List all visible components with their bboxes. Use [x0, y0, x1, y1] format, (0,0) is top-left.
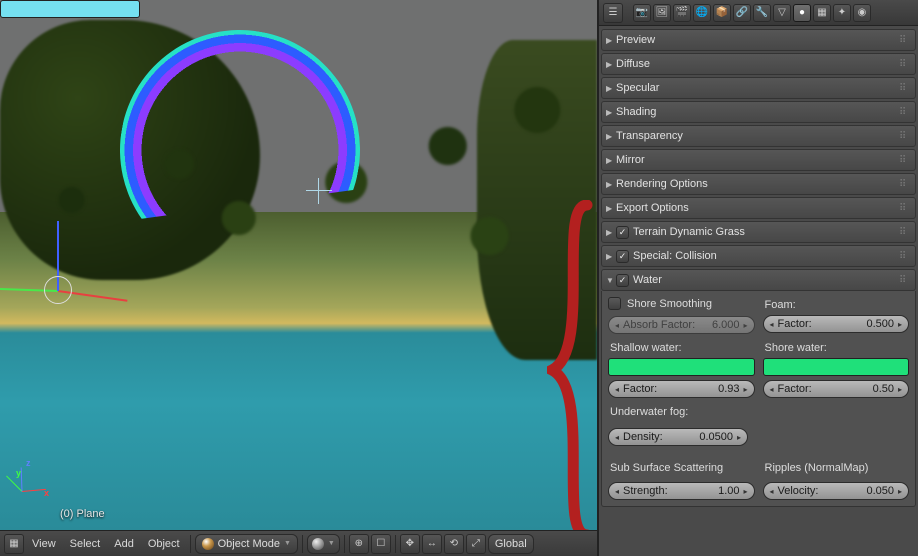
menu-add[interactable]: Add: [108, 534, 140, 554]
3d-cursor: [306, 178, 332, 204]
properties-editor: ☰ 📷 🖼 🎬 🌐 📦 🔗 🔧 ▽ ● ▦ ✦ ◉ ▶Preview⠿ ▶Dif…: [598, 0, 918, 556]
3d-viewport[interactable]: xyz User Ortho (0) Plane ▦ View Select A…: [0, 0, 598, 556]
chevron-left-icon: ◂: [613, 321, 621, 330]
mode-dropdown[interactable]: Object Mode ▼: [195, 534, 298, 554]
ripples-label: Ripples (NormalMap): [765, 462, 910, 474]
panel-terrain-grass[interactable]: ▶✓Terrain Dynamic Grass⠿: [601, 221, 916, 243]
chevron-right-icon: ▸: [742, 385, 750, 394]
tab-physics-icon[interactable]: ◉: [853, 4, 871, 22]
tab-constraints-icon[interactable]: 🔗: [733, 4, 751, 22]
properties-header: ☰ 📷 🖼 🎬 🌐 📦 🔗 🔧 ▽ ● ▦ ✦ ◉: [599, 0, 918, 26]
object-mode-icon: [202, 538, 214, 550]
terrain-grass-checkbox[interactable]: ✓: [616, 226, 629, 239]
tab-texture-icon[interactable]: ▦: [813, 4, 831, 22]
panel-diffuse[interactable]: ▶Diffuse⠿: [601, 53, 916, 75]
chevron-right-icon: ▸: [735, 433, 743, 442]
chevron-right-icon: ▸: [896, 385, 904, 394]
tab-world-icon[interactable]: 🌐: [693, 4, 711, 22]
panel-water-body: Shore Smoothing ◂ Absorb Factor: 6.000 ▸…: [601, 291, 916, 507]
sss-strength-field[interactable]: ◂ Strength: 1.00 ▸: [608, 482, 755, 500]
absorb-factor-field: ◂ Absorb Factor: 6.000 ▸: [608, 316, 755, 334]
scale-icon[interactable]: ⤢: [466, 534, 486, 554]
shallow-water-color[interactable]: [608, 358, 755, 376]
panel-water[interactable]: ▼✓Water⠿: [601, 269, 916, 291]
chevron-right-icon: ▸: [742, 487, 750, 496]
hud-active-object: (0) Plane: [60, 508, 105, 520]
ripples-velocity-field[interactable]: ◂ Velocity: 0.050 ▸: [763, 482, 910, 500]
pivot2-icon[interactable]: ☐: [371, 534, 391, 554]
chevron-left-icon: ◂: [768, 487, 776, 496]
pivot-icon[interactable]: ⊕: [349, 534, 369, 554]
chevron-left-icon: ◂: [768, 320, 776, 329]
editor-type-icon[interactable]: ☰: [603, 3, 623, 23]
panel-mirror[interactable]: ▶Mirror⠿: [601, 149, 916, 171]
panel-shading[interactable]: ▶Shading⠿: [601, 101, 916, 123]
panel-export-options[interactable]: ▶Export Options⠿: [601, 197, 916, 219]
tab-render-icon[interactable]: 📷: [633, 4, 651, 22]
chevron-left-icon: ◂: [613, 433, 621, 442]
scene-render: xyz: [0, 0, 597, 530]
editor-type-icon[interactable]: ▦: [4, 534, 24, 554]
menu-select[interactable]: Select: [64, 534, 107, 554]
manipulator-toggle-icon[interactable]: ✥: [400, 534, 420, 554]
chevron-left-icon: ◂: [613, 487, 621, 496]
foam-factor-field[interactable]: ◂ Factor: 0.500 ▸: [763, 315, 910, 333]
panel-rendering-options[interactable]: ▶Rendering Options⠿: [601, 173, 916, 195]
fog-density-field[interactable]: ◂ Density: 0.0500 ▸: [608, 428, 748, 446]
shore-factor-field[interactable]: ◂ Factor: 0.50 ▸: [763, 380, 910, 398]
panel-transparency[interactable]: ▶Transparency⠿: [601, 125, 916, 147]
orientation-dropdown[interactable]: Global: [488, 534, 534, 554]
chevron-left-icon: ◂: [768, 385, 776, 394]
chevron-right-icon: ▸: [896, 487, 904, 496]
tab-data-icon[interactable]: ▽: [773, 4, 791, 22]
special-collision-checkbox[interactable]: ✓: [616, 250, 629, 263]
tab-modifiers-icon[interactable]: 🔧: [753, 4, 771, 22]
chevron-left-icon: ◂: [613, 385, 621, 394]
translate-icon[interactable]: ↔: [422, 534, 442, 554]
view3d-region[interactable]: xyz User Ortho (0) Plane: [0, 0, 597, 530]
mode-label: Object Mode: [218, 538, 280, 550]
panel-special-collision[interactable]: ▶✓Special: Collision⠿: [601, 245, 916, 267]
rotate-icon[interactable]: ⟲: [444, 534, 464, 554]
tab-scene-icon[interactable]: 🎬: [673, 4, 691, 22]
shore-smoothing-checkbox[interactable]: [608, 297, 621, 310]
sss-label: Sub Surface Scattering: [610, 462, 755, 474]
shore-water-label: Shore water:: [763, 340, 910, 358]
tab-layers-icon[interactable]: 🖼: [653, 4, 671, 22]
shore-water-color[interactable]: [763, 358, 910, 376]
tab-particles-icon[interactable]: ✦: [833, 4, 851, 22]
foam-label: Foam:: [763, 297, 910, 315]
menu-view[interactable]: View: [26, 534, 62, 554]
underwater-fog-label: Underwater fog:: [608, 404, 909, 422]
water-checkbox[interactable]: ✓: [616, 274, 629, 287]
shallow-water-label: Shallow water:: [608, 340, 755, 358]
menu-object[interactable]: Object: [142, 534, 186, 554]
view3d-header: ▦ View Select Add Object Object Mode ▼ ▼…: [0, 530, 597, 556]
axis-orientation-widget: xyz: [18, 460, 54, 496]
chevron-right-icon: ▸: [742, 321, 750, 330]
shading-icon: [312, 538, 324, 550]
panel-specular[interactable]: ▶Specular⠿: [601, 77, 916, 99]
orientation-label: Global: [495, 538, 527, 550]
shore-smoothing-label: Shore Smoothing: [627, 298, 712, 310]
shading-dropdown[interactable]: ▼: [307, 534, 340, 554]
chevron-right-icon: ▸: [896, 320, 904, 329]
shallow-factor-field[interactable]: ◂ Factor: 0.93 ▸: [608, 380, 755, 398]
panel-preview[interactable]: ▶Preview⠿: [601, 29, 916, 51]
tab-object-icon[interactable]: 📦: [713, 4, 731, 22]
tab-material-icon[interactable]: ●: [793, 4, 811, 22]
